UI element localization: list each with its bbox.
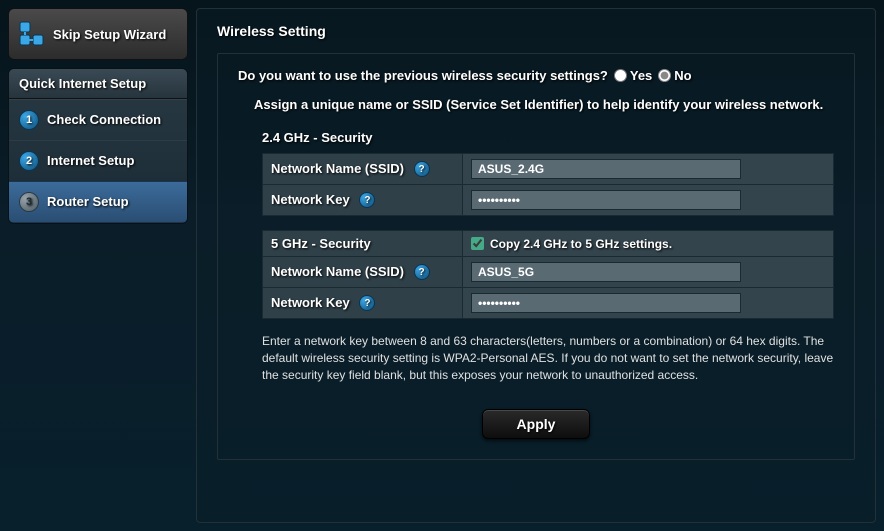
- sidebar: Skip Setup Wizard Quick Internet Setup 1…: [8, 8, 188, 523]
- question-text: Do you want to use the previous wireless…: [238, 68, 608, 83]
- skip-setup-wizard-button[interactable]: Skip Setup Wizard: [8, 8, 188, 60]
- copy-24-to-5-checkbox[interactable]: [471, 237, 484, 250]
- previous-settings-question: Do you want to use the previous wireless…: [238, 68, 834, 83]
- g5-key-label: Network Key: [271, 295, 350, 310]
- g24-table: Network Name (SSID) ? Network Key ?: [262, 153, 834, 216]
- step-internet-setup[interactable]: 2 Internet Setup: [9, 140, 187, 181]
- table-row: Network Name (SSID) ?: [263, 154, 834, 185]
- step-label: Internet Setup: [47, 154, 134, 168]
- step-number-icon: 2: [19, 151, 39, 171]
- security-note: Enter a network key between 8 and 63 cha…: [262, 333, 834, 383]
- radio-yes[interactable]: Yes: [614, 68, 652, 83]
- page-title: Wireless Setting: [217, 23, 855, 39]
- g24-ssid-label: Network Name (SSID): [271, 161, 404, 176]
- g24-title: 2.4 GHz - Security: [262, 130, 834, 145]
- g24-key-label: Network Key: [271, 192, 350, 207]
- step-check-connection[interactable]: 1 Check Connection: [9, 99, 187, 140]
- help-icon[interactable]: ?: [359, 295, 375, 311]
- radio-no-label: No: [674, 68, 691, 83]
- radio-yes-input[interactable]: [614, 69, 627, 82]
- g24-ssid-input[interactable]: [471, 159, 741, 179]
- table-row: Network Key ?: [263, 185, 834, 216]
- copy-label: Copy 2.4 GHz to 5 GHz settings.: [490, 237, 672, 251]
- help-icon[interactable]: ?: [414, 264, 430, 280]
- settings-box: Do you want to use the previous wireless…: [217, 53, 855, 460]
- step-label: Router Setup: [47, 195, 129, 209]
- step-number-icon: 3: [19, 192, 39, 212]
- g5-title: 5 GHz - Security: [271, 236, 371, 251]
- wizard-icon: [19, 21, 45, 47]
- radio-no[interactable]: No: [658, 68, 691, 83]
- skip-label: Skip Setup Wizard: [53, 27, 166, 42]
- help-icon[interactable]: ?: [414, 161, 430, 177]
- table-row: Network Name (SSID) ?: [263, 257, 834, 288]
- g5-ssid-input[interactable]: [471, 262, 741, 282]
- help-icon[interactable]: ?: [359, 192, 375, 208]
- step-number-icon: 1: [19, 110, 39, 130]
- qis-header: Quick Internet Setup: [9, 69, 187, 99]
- ssid-instruction: Assign a unique name or SSID (Service Se…: [254, 97, 834, 112]
- g24-key-input[interactable]: [471, 190, 741, 210]
- radio-no-input[interactable]: [658, 69, 671, 82]
- form-area: 2.4 GHz - Security Network Name (SSID) ?: [262, 130, 834, 383]
- table-row: 5 GHz - Security Copy 2.4 GHz to 5 GHz s…: [263, 231, 834, 257]
- apply-button[interactable]: Apply: [482, 409, 591, 439]
- quick-internet-setup-panel: Quick Internet Setup 1 Check Connection …: [8, 68, 188, 224]
- radio-yes-label: Yes: [630, 68, 652, 83]
- g5-ssid-label: Network Name (SSID): [271, 264, 404, 279]
- table-row: Network Key ?: [263, 288, 834, 319]
- main-panel: Wireless Setting Do you want to use the …: [196, 8, 876, 523]
- step-label: Check Connection: [47, 113, 161, 127]
- g5-key-input[interactable]: [471, 293, 741, 313]
- g5-table: 5 GHz - Security Copy 2.4 GHz to 5 GHz s…: [262, 230, 834, 319]
- step-router-setup[interactable]: 3 Router Setup: [9, 181, 187, 223]
